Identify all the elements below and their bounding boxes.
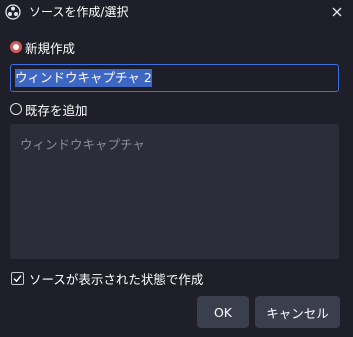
visible-checkbox[interactable]: [11, 272, 24, 285]
create-new-label: 新規作成: [25, 40, 76, 56]
source-dialog: ソースを作成/選択 新規作成 ウィンドウキャプチャ 2 既存を追加 ウィンドウキ…: [0, 0, 353, 337]
close-button[interactable]: [327, 2, 347, 22]
list-item[interactable]: ウィンドウキャプチャ: [20, 134, 145, 153]
existing-sources-list[interactable]: ウィンドウキャプチャ: [10, 124, 339, 259]
close-icon: [332, 7, 342, 17]
add-existing-radio[interactable]: 既存を追加: [10, 100, 88, 118]
source-name-input[interactable]: ウィンドウキャプチャ 2: [10, 64, 339, 92]
cancel-button[interactable]: キャンセル: [255, 296, 340, 328]
ok-button[interactable]: OK: [197, 296, 249, 328]
radio-indicator-checked: [10, 41, 22, 53]
visible-checkbox-row[interactable]: ソースが表示された状態で作成: [11, 269, 203, 288]
title-bar: ソースを作成/選択: [0, 0, 353, 24]
visible-checkbox-label: ソースが表示された状態で作成: [29, 272, 204, 287]
dialog-title: ソースを作成/選択: [29, 5, 129, 19]
checkmark-icon: [13, 275, 22, 283]
radio-indicator: [10, 103, 22, 115]
add-existing-label: 既存を追加: [25, 102, 88, 118]
obs-logo-icon: [5, 4, 21, 20]
create-new-radio[interactable]: 新規作成: [10, 38, 75, 56]
source-name-value: ウィンドウキャプチャ 2: [15, 69, 152, 87]
